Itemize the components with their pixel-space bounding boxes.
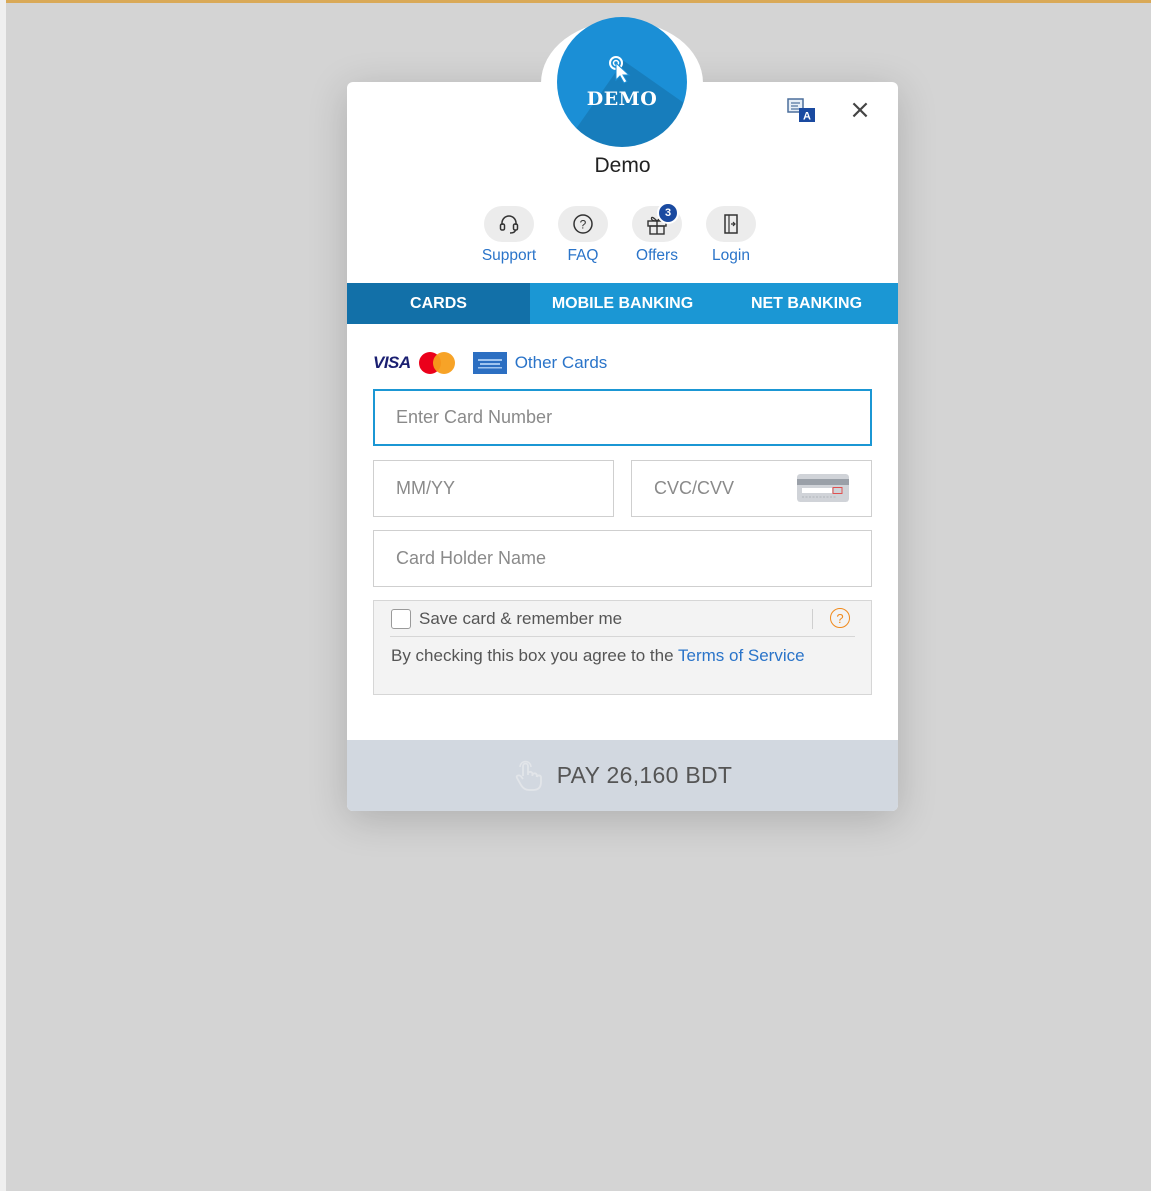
cvc-field [631,460,872,517]
login-icon-circle [706,206,756,242]
divider [812,609,813,629]
payment-method-tabs: CARDS MOBILE BANKING NET BANKING [347,283,898,324]
other-cards-link[interactable]: Other Cards [515,353,608,373]
support-label: Support [481,247,537,264]
offers-label: Offers [636,247,678,264]
cursor-click-icon [609,56,631,84]
translate-icon: A [787,98,815,123]
support-link[interactable]: Support [478,206,540,265]
login-label: Login [712,247,750,264]
card-holder-input[interactable] [394,547,871,570]
terms-text: By checking this box you agree to the Te… [391,644,851,667]
mastercard-logo [418,352,465,374]
offers-icon-circle: 3 [632,202,682,242]
login-link[interactable]: Login [700,206,762,265]
merchant-logo: DEMO [541,17,703,147]
faq-link[interactable]: ? FAQ [552,206,614,265]
login-door-icon [724,214,738,234]
card-back-cvc-icon [797,474,849,502]
pay-label: PAY 26,160 BDT [556,762,733,788]
top-border [0,0,1151,3]
help-icon[interactable]: ? [830,608,850,628]
tab-mobile-banking[interactable]: MOBILE BANKING [530,283,715,324]
save-card-row: Save card & remember me [391,609,622,629]
svg-text:A: A [803,111,811,123]
faq-icon-circle: ? [558,206,608,242]
terms-of-service-link[interactable]: Terms of Service [678,646,805,665]
support-icon-circle [484,206,534,242]
save-card-label: Save card & remember me [419,609,623,628]
merchant-logo-text: DEMO [586,88,658,110]
hand-tap-icon [515,760,542,791]
left-edge [0,0,6,1191]
close-icon: × [849,95,871,125]
offers-count-badge: 3 [657,202,679,224]
question-circle-icon: ? [573,214,593,234]
expiry-field [373,460,614,517]
save-card-box: Save card & remember me ? By checking th… [373,600,872,695]
page-background: DEMO A × Demo Support ? FAQ 3 Offers Log… [0,0,1151,1191]
language-toggle-button[interactable]: A [787,98,817,124]
amex-logo [472,352,507,374]
tab-cards[interactable]: CARDS [347,283,530,324]
card-holder-field [373,530,872,587]
terms-prefix: By checking this box you agree to the [391,646,678,665]
card-number-field [373,389,872,446]
payment-modal [347,82,898,811]
cvc-input[interactable] [652,477,796,500]
faq-label: FAQ [567,247,599,264]
headset-icon [499,215,519,234]
card-number-input[interactable] [394,406,870,429]
amex-mark-icon [477,359,502,369]
save-card-checkbox[interactable] [391,609,411,629]
expiry-input[interactable] [394,477,613,500]
divider [390,636,855,637]
svg-text:?: ? [580,218,587,232]
card-brand-logos: VISA Other Cards [373,352,607,374]
merchant-name: Demo [594,154,651,177]
quick-links: Support ? FAQ 3 Offers Login [478,202,762,265]
tab-net-banking[interactable]: NET BANKING [715,283,898,324]
pay-button[interactable]: PAY 26,160 BDT [347,740,898,811]
close-button[interactable]: × [846,95,874,125]
offers-link[interactable]: 3 Offers [626,202,688,265]
merchant-logo-circle: DEMO [557,17,687,147]
visa-logo: VISA [373,353,411,372]
